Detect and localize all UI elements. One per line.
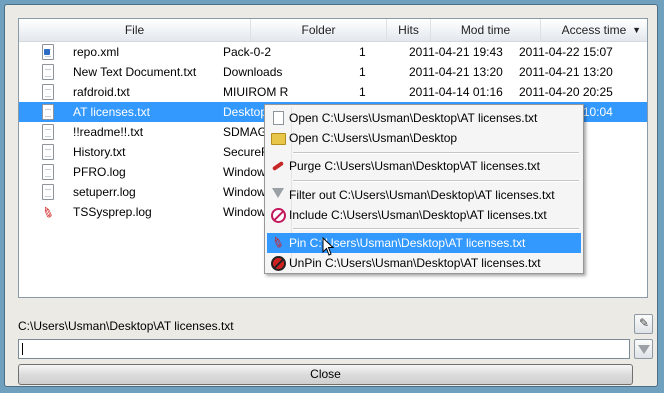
text-file-icon <box>41 84 54 100</box>
filter-icon <box>638 345 650 354</box>
hits-cell: 1 <box>359 65 366 79</box>
sort-descending-icon: ▼ <box>632 25 641 35</box>
table-row[interactable]: New Text Document.txt Downloads 1 2011-04-2… <box>19 62 647 82</box>
column-header-bar: File Folder Hits Mod time Access time ▼ <box>19 19 647 42</box>
filter-input[interactable] <box>18 339 630 359</box>
menu-item-label: Filter out C:\Users\Usman\Desktop\AT lic… <box>289 188 555 202</box>
menu-item-include[interactable]: Include C:\Users\Usman\Desktop\AT licens… <box>267 205 581 225</box>
funnel-icon <box>270 187 286 203</box>
purge-icon <box>270 158 286 174</box>
menu-item-open-folder[interactable]: Open C:\Users\Usman\Desktop <box>267 128 581 148</box>
menu-separator <box>293 228 579 230</box>
text-file-icon <box>41 164 54 180</box>
include-icon <box>270 207 286 223</box>
menu-item-unpin[interactable]: UnPin C:\Users\Usman\Desktop\AT licenses… <box>267 253 581 273</box>
menu-item-label: Include C:\Users\Usman\Desktop\AT licens… <box>289 208 547 222</box>
access-time-cell: 2011-04-20 20:25 <box>519 85 613 99</box>
column-header-folder[interactable]: Folder <box>251 19 387 41</box>
text-caret <box>22 343 23 355</box>
menu-item-label: Purge C:\Users\Usman\Desktop\AT licenses… <box>289 159 540 173</box>
folder-icon <box>270 130 286 146</box>
column-header-file[interactable]: File <box>19 19 251 41</box>
document-icon <box>270 110 286 126</box>
column-header-folder-label: Folder <box>301 23 336 37</box>
access-time-cell: 2011-04-22 15:07 <box>519 45 613 59</box>
xml-file-icon <box>41 44 54 60</box>
table-row[interactable]: repo.xml Pack-0-2 1 2011-04-21 19:43 2011-04… <box>19 42 647 62</box>
menu-separator <box>293 180 579 182</box>
pin-icon: ✎ <box>269 232 287 252</box>
pin-toggle-icon: ✎ <box>639 316 650 330</box>
text-file-icon <box>41 144 54 160</box>
context-menu: Open C:\Users\Usman\Desktop\AT licenses.… <box>264 104 584 274</box>
hits-cell: 1 <box>359 45 366 59</box>
folder-cell: MIUIROM R <box>223 85 289 99</box>
column-header-mod-time[interactable]: Mod time <box>431 19 541 41</box>
pin-toggle-button[interactable]: ✎ <box>634 314 653 334</box>
menu-separator <box>293 152 579 154</box>
mod-time-cell: 2011-04-21 19:43 <box>409 45 503 59</box>
close-button[interactable]: Close <box>18 364 633 385</box>
column-header-mod-time-label: Mod time <box>460 23 511 37</box>
folder-cell: Downloads <box>223 65 283 79</box>
column-header-access-time-label: Access time <box>561 23 627 37</box>
menu-item-filter-out[interactable]: Filter out C:\Users\Usman\Desktop\AT lic… <box>267 185 581 205</box>
text-file-icon <box>41 184 54 200</box>
mod-time-cell: 2011-04-21 13:20 <box>409 65 503 79</box>
access-time-cell: 2011-04-21 13:20 <box>519 65 613 79</box>
column-header-hits[interactable]: Hits <box>387 19 431 41</box>
unpin-icon <box>270 255 286 271</box>
text-file-icon <box>41 64 54 80</box>
menu-item-label: Open C:\Users\Usman\Desktop <box>289 131 458 145</box>
menu-item-purge[interactable]: Purge C:\Users\Usman\Desktop\AT licenses… <box>267 156 581 176</box>
menu-item-open-file[interactable]: Open C:\Users\Usman\Desktop\AT licenses.… <box>267 108 581 128</box>
text-file-icon <box>41 124 54 140</box>
folder-cell: Pack-0-2 <box>223 45 272 59</box>
column-header-access-time[interactable]: Access time ▼ <box>541 19 647 41</box>
mod-time-cell: 2011-04-14 01:16 <box>409 85 503 99</box>
filter-button[interactable] <box>634 339 653 359</box>
pin-icon: ✎ <box>39 202 57 222</box>
text-file-icon <box>41 104 54 120</box>
hits-cell: 1 <box>359 85 366 99</box>
table-row[interactable]: rafdroid.txt MIUIROM R 1 2011-04-14 01:16 20… <box>19 82 647 102</box>
column-header-file-label: File <box>124 23 145 37</box>
menu-item-pin[interactable]: ✎ Pin C:\Users\Usman\Desktop\AT licenses.… <box>267 232 581 253</box>
mouse-cursor-icon <box>322 237 334 256</box>
menu-item-label: Open C:\Users\Usman\Desktop\AT licenses.… <box>289 111 538 125</box>
column-header-hits-label: Hits <box>398 23 419 37</box>
selected-path-label: C:\Users\Usman\Desktop\AT licenses.txt <box>18 319 234 333</box>
